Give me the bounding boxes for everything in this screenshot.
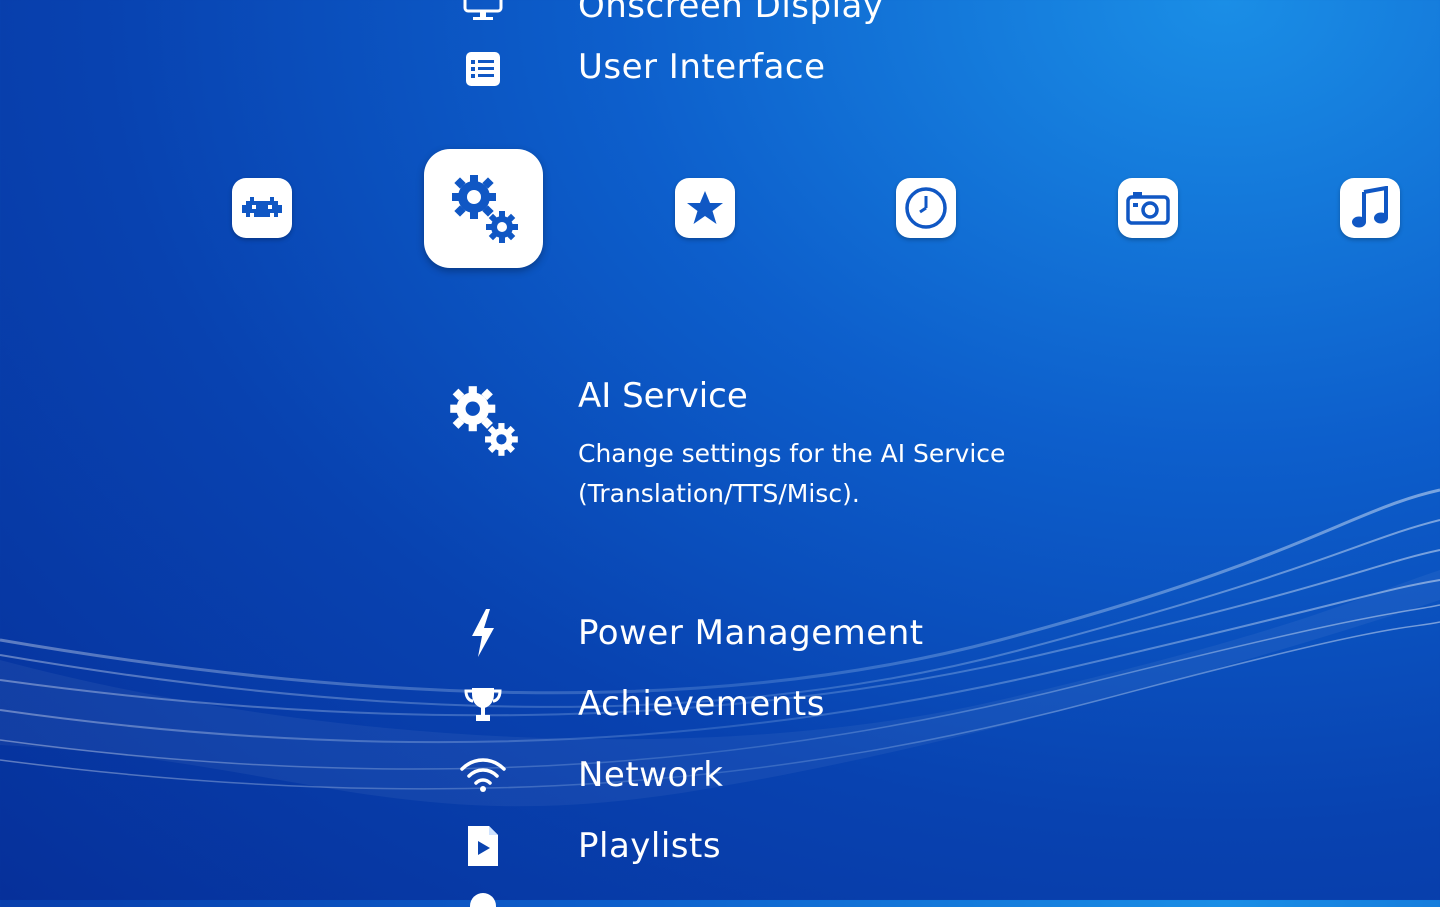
wifi-icon bbox=[458, 750, 508, 800]
settings-gears-icon bbox=[451, 174, 518, 243]
menu-item-user-interface[interactable]: User Interface bbox=[0, 42, 1440, 102]
menu-item-next-partial bbox=[470, 893, 496, 907]
images-camera-icon bbox=[1126, 192, 1170, 225]
menu-item-label: User Interface bbox=[578, 47, 826, 87]
category-settings[interactable] bbox=[424, 149, 543, 268]
menu-item-label: Onscreen Display bbox=[578, 0, 884, 26]
lightning-icon bbox=[458, 608, 508, 658]
category-music[interactable] bbox=[1340, 178, 1400, 238]
menu-item-label: Power Management bbox=[578, 613, 924, 653]
menu-item-playlists[interactable]: Playlists bbox=[0, 818, 1440, 878]
retroarch-icon bbox=[242, 197, 282, 217]
favorites-star-icon bbox=[687, 191, 723, 224]
menu-item-achievements[interactable]: Achievements bbox=[0, 676, 1440, 736]
category-retroarch[interactable] bbox=[232, 178, 292, 238]
music-note-icon bbox=[1352, 186, 1388, 228]
playlist-file-icon bbox=[458, 821, 508, 871]
category-history[interactable] bbox=[896, 178, 956, 238]
list-icon bbox=[458, 44, 508, 94]
gears-icon bbox=[450, 386, 518, 456]
category-images[interactable] bbox=[1118, 178, 1178, 238]
monitor-icon bbox=[458, 0, 508, 28]
trophy-icon bbox=[458, 679, 508, 729]
menu-item-power-management[interactable]: Power Management bbox=[0, 605, 1440, 665]
selected-item-description: Change settings for the AI Service (Tran… bbox=[578, 439, 1006, 508]
history-clock-icon bbox=[905, 187, 947, 229]
menu-item-label: Playlists bbox=[578, 826, 722, 866]
menu-item-label: Achievements bbox=[578, 684, 825, 724]
menu-item-label: Network bbox=[578, 755, 724, 795]
menu-item-network[interactable]: Network bbox=[0, 747, 1440, 807]
selected-item-title: AI Service bbox=[578, 376, 748, 416]
category-favorites[interactable] bbox=[675, 178, 735, 238]
menu-item-onscreen-display[interactable]: Onscreen Display bbox=[0, 0, 1440, 38]
